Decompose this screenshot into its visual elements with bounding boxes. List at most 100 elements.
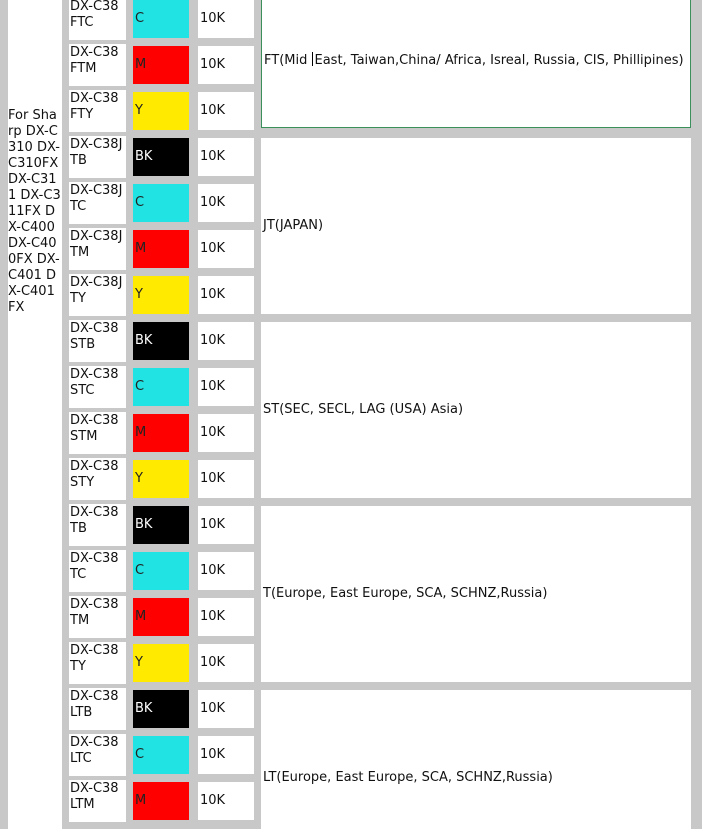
color-swatch-cell: BK [133, 138, 189, 176]
yield-value: 10K [200, 149, 226, 164]
color-label: BK [135, 333, 153, 348]
yield-value: 10K [200, 655, 226, 670]
product-code: DX-C38JTC [70, 183, 123, 214]
color-label: C [135, 747, 145, 762]
yield-value: 10K [200, 425, 226, 440]
region-text: JT(JAPAN) [263, 218, 324, 233]
color-label: BK [135, 701, 153, 716]
product-code: DX-C38STC [70, 367, 119, 398]
color-swatch-cell: M [133, 230, 189, 268]
color-swatch-cell: M [133, 46, 189, 84]
color-swatch-cell: M [133, 598, 189, 636]
color-label: Y [135, 103, 143, 118]
model-cell: For Sharp DX-C310 DX-C310FX DX-C311 DX-C… [8, 0, 62, 829]
region-cell: LT(Europe, East Europe, SCA, SCHNZ,Russi… [261, 690, 691, 829]
product-code-cell: DX-C38TM [69, 596, 126, 638]
color-swatch-cell: C [133, 736, 189, 774]
color-swatch-cell: Y [133, 276, 189, 314]
color-swatch-cell: BK [133, 506, 189, 544]
yield-cell: 10K [198, 184, 254, 222]
color-label: M [135, 57, 147, 72]
product-code-cell: DX-C38STB [69, 320, 126, 362]
color-swatch-cell: M [133, 782, 189, 820]
yield-value: 10K [200, 379, 226, 394]
color-swatch-cell: Y [133, 460, 189, 498]
yield-cell: 10K [198, 322, 254, 360]
product-code: DX-C38LTC [70, 735, 119, 766]
product-code: DX-C38TB [70, 505, 119, 536]
color-swatch-cell: BK [133, 690, 189, 728]
region-text: LT(Europe, East Europe, SCA, SCHNZ,Russi… [263, 770, 553, 785]
yield-value: 10K [200, 287, 226, 302]
yield-cell: 10K [198, 414, 254, 452]
yield-value: 10K [200, 57, 226, 72]
yield-value: 10K [200, 241, 226, 256]
product-code: DX-C38JTM [70, 229, 123, 260]
product-code-cell: DX-C38LTB [69, 688, 126, 730]
product-code-cell: DX-C38LTC [69, 734, 126, 776]
product-code-cell: DX-C38FTY [69, 90, 126, 132]
yield-cell: 10K [198, 460, 254, 498]
product-code: DX-C38FTC [70, 0, 119, 30]
product-code-cell: DX-C38TB [69, 504, 126, 546]
color-label: C [135, 379, 145, 394]
product-code-cell: DX-C38JTC [69, 182, 126, 224]
yield-value: 10K [200, 471, 226, 486]
product-code-cell: DX-C38JTB [69, 136, 126, 178]
product-code: DX-C38FTY [70, 91, 119, 122]
yield-cell: 10K [198, 782, 254, 820]
yield-cell: 10K [198, 92, 254, 130]
region-text-before-caret: FT(Mid [264, 52, 312, 68]
yield-cell: 10K [198, 368, 254, 406]
color-label: C [135, 195, 145, 210]
yield-value: 10K [200, 563, 226, 578]
color-swatch-cell: C [133, 552, 189, 590]
region-text: ST(SEC, SECL, LAG (USA) Asia) [263, 402, 464, 417]
yield-value: 10K [200, 609, 226, 624]
product-code-cell: DX-C38STY [69, 458, 126, 500]
product-code: DX-C38JTY [70, 275, 123, 306]
yield-value: 10K [200, 11, 226, 26]
product-code-cell: DX-C38FTM [69, 44, 126, 86]
yield-value: 10K [200, 195, 226, 210]
region-cell: ST(SEC, SECL, LAG (USA) Asia) [261, 322, 691, 498]
product-code: DX-C38JTB [70, 137, 123, 168]
color-swatch-cell: BK [133, 322, 189, 360]
product-code: DX-C38LTM [70, 781, 119, 812]
color-swatch-cell: Y [133, 644, 189, 682]
color-label: M [135, 793, 147, 808]
model-text: For Sharp DX-C310 DX-C310FX DX-C311 DX-C… [8, 108, 61, 315]
color-swatch-cell: C [133, 368, 189, 406]
product-code-cell: DX-C38STM [69, 412, 126, 454]
yield-value: 10K [200, 793, 226, 808]
yield-cell: 10K [198, 46, 254, 84]
color-label: M [135, 609, 147, 624]
yield-cell: 10K [198, 690, 254, 728]
region-text-after-caret: East, Taiwan,China/ Africa, Isreal, Russ… [314, 52, 684, 68]
yield-cell: 10K [198, 230, 254, 268]
region-cell: T(Europe, East Europe, SCA, SCHNZ,Russia… [261, 506, 691, 682]
yield-value: 10K [200, 333, 226, 348]
product-code: DX-C38TM [70, 597, 119, 628]
yield-cell: 10K [198, 598, 254, 636]
product-table: For Sharp DX-C310 DX-C310FX DX-C311 DX-C… [0, 0, 702, 829]
region-cell[interactable]: FT(Mid East, Taiwan,China/ Africa, Isrea… [261, 0, 691, 128]
product-code-cell: DX-C38TY [69, 642, 126, 684]
yield-cell: 10K [198, 506, 254, 544]
yield-value: 10K [200, 747, 226, 762]
product-code-cell: DX-C38STC [69, 366, 126, 408]
product-code: DX-C38TC [70, 551, 119, 582]
product-code: DX-C38STM [70, 413, 119, 444]
yield-cell: 10K [198, 276, 254, 314]
color-label: C [135, 11, 145, 26]
product-code-cell: DX-C38FTC [69, 0, 126, 40]
color-label: BK [135, 517, 153, 532]
yield-cell: 10K [198, 138, 254, 176]
yield-cell: 10K [198, 736, 254, 774]
color-label: M [135, 425, 147, 440]
yield-cell: 10K [198, 644, 254, 682]
product-code: DX-C38LTB [70, 689, 119, 720]
product-code: DX-C38TY [70, 643, 119, 674]
region-text: T(Europe, East Europe, SCA, SCHNZ,Russia… [263, 586, 548, 601]
region-text[interactable]: FT(Mid East, Taiwan,China/ Africa, Isrea… [264, 51, 684, 69]
